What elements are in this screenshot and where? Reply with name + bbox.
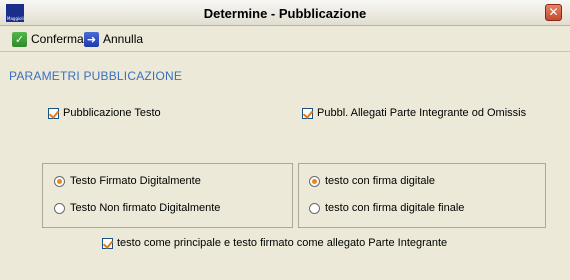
radio-firma-digitale-finale[interactable]: testo con firma digitale finale	[309, 202, 464, 214]
radio-label: testo con firma digitale finale	[325, 202, 465, 214]
signature-mode-group: testo con firma digitale testo con firma…	[298, 163, 546, 228]
confirm-label: Conferma	[31, 32, 84, 46]
checkbox-box[interactable]	[102, 237, 113, 249]
radio-firma-digitale[interactable]: testo con firma digitale	[309, 175, 435, 187]
section-title: PARAMETRI PUBBLICAZIONE	[9, 69, 183, 83]
check-icon: ✓	[12, 31, 27, 47]
cancel-label: Annulla	[103, 32, 144, 46]
radio-label: Testo Non firmato Digitalmente	[70, 202, 221, 214]
cancel-button[interactable]: ➜ Annulla	[84, 30, 143, 48]
checkbox-label: Pubbl. Allegati Parte Integrante od Omis…	[317, 107, 527, 119]
radio-dot[interactable]	[309, 175, 320, 187]
checkbox-testo-principale[interactable]: testo come principale e testo firmato co…	[102, 237, 447, 249]
close-button[interactable]: ✕	[545, 4, 562, 21]
radio-testo-non-firmato[interactable]: Testo Non firmato Digitalmente	[54, 202, 220, 214]
checkbox-label: Pubblicazione Testo	[63, 107, 161, 119]
radio-dot[interactable]	[54, 175, 65, 187]
radio-label: testo con firma digitale	[325, 175, 436, 187]
title-bar: Maggioli Determine - Pubblicazione ✕	[0, 0, 570, 26]
arrow-right-icon: ➜	[84, 31, 99, 47]
checkbox-box[interactable]	[48, 107, 59, 119]
confirm-button[interactable]: ✓ Conferma	[12, 30, 84, 48]
checkbox-pubblicazione-testo[interactable]: Pubblicazione Testo	[48, 107, 161, 119]
window-title: Determine - Pubblicazione	[203, 6, 367, 21]
radio-testo-firmato[interactable]: Testo Firmato Digitalmente	[54, 175, 201, 187]
radio-label: Testo Firmato Digitalmente	[70, 175, 201, 187]
toolbar: ✓ Conferma ➜ Annulla	[0, 26, 570, 52]
signature-type-group: Testo Firmato Digitalmente Testo Non fir…	[42, 163, 293, 228]
radio-dot[interactable]	[309, 202, 320, 214]
checkbox-label: testo come principale e testo firmato co…	[117, 237, 448, 249]
radio-dot[interactable]	[54, 202, 65, 214]
checkbox-box[interactable]	[302, 107, 313, 119]
checkbox-pubbl-allegati[interactable]: Pubbl. Allegati Parte Integrante od Omis…	[302, 107, 526, 119]
